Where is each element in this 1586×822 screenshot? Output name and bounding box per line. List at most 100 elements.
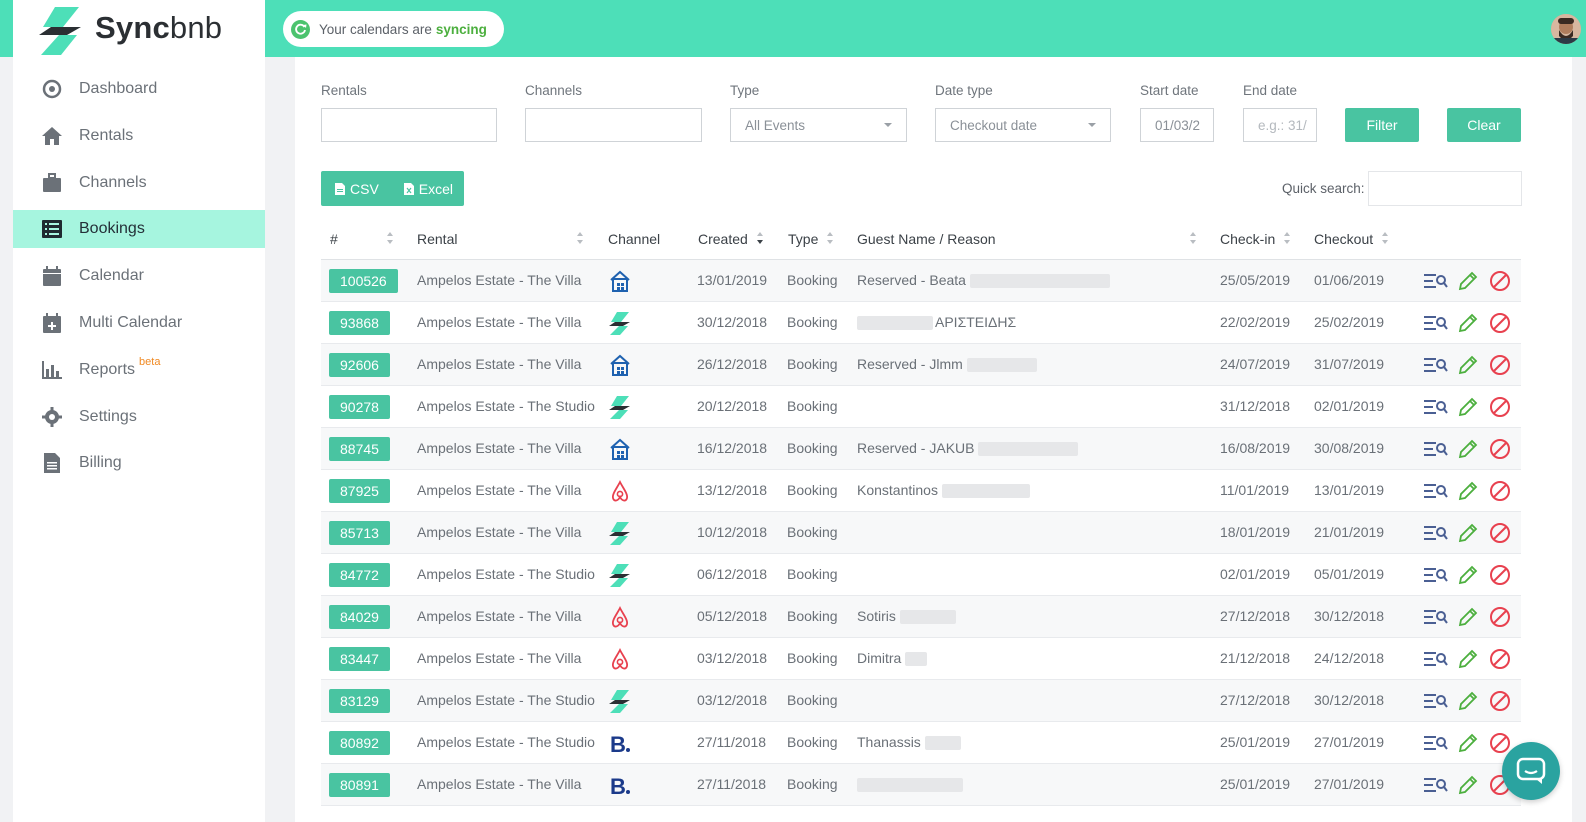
column-header-guest[interactable]: Guest Name / Reason <box>857 231 996 247</box>
view-details-icon[interactable] <box>1420 482 1452 500</box>
end-date-input[interactable]: e.g.: 31/ <box>1243 108 1317 142</box>
view-details-icon[interactable] <box>1420 524 1452 542</box>
checkin-cell: 27/12/2018 <box>1220 692 1291 708</box>
cancel-booking-icon[interactable] <box>1484 312 1516 334</box>
booking-id-badge[interactable]: 80892 <box>329 731 390 755</box>
filter-button[interactable]: Filter <box>1345 108 1419 142</box>
view-details-icon[interactable] <box>1420 608 1452 626</box>
quick-search-input[interactable] <box>1368 171 1522 206</box>
column-header-created[interactable]: Created <box>698 231 748 247</box>
edit-pencil-icon[interactable] <box>1452 564 1484 586</box>
edit-pencil-icon[interactable] <box>1452 396 1484 418</box>
redacted-text <box>969 274 1110 289</box>
edit-pencil-icon[interactable] <box>1452 606 1484 628</box>
booking-id-badge[interactable]: 84029 <box>329 605 390 629</box>
type-filter-value: All Events <box>745 117 806 133</box>
view-details-icon[interactable] <box>1420 314 1452 332</box>
booking-id-badge[interactable]: 92606 <box>329 353 390 377</box>
edit-pencil-icon[interactable] <box>1452 732 1484 754</box>
edit-pencil-icon[interactable] <box>1452 690 1484 712</box>
start-date-input[interactable]: 01/03/2 <box>1140 108 1214 142</box>
cancel-booking-icon[interactable] <box>1484 522 1516 544</box>
avatar[interactable] <box>1551 14 1581 44</box>
logo[interactable]: Syncbnb <box>13 0 265 57</box>
view-details-icon[interactable] <box>1420 272 1452 290</box>
csv-button[interactable]: CSV <box>321 181 379 197</box>
view-details-icon[interactable] <box>1420 356 1452 374</box>
booking-id-badge[interactable]: 83447 <box>329 647 390 671</box>
sort-icon[interactable] <box>1381 231 1389 245</box>
cancel-booking-icon[interactable] <box>1484 480 1516 502</box>
sort-icon[interactable] <box>386 231 394 245</box>
rental-cell: Ampelos Estate - The Villa <box>417 650 582 666</box>
booking-id-badge[interactable]: 83129 <box>329 689 390 713</box>
view-details-icon[interactable] <box>1420 692 1452 710</box>
sort-icon[interactable] <box>1189 231 1197 245</box>
column-header-checkin[interactable]: Check-in <box>1220 231 1275 247</box>
chat-button[interactable] <box>1502 742 1560 800</box>
sidebar-item-settings[interactable]: Settings <box>13 398 265 436</box>
sort-icon[interactable] <box>1283 231 1291 245</box>
booking-id-badge[interactable]: 100526 <box>329 269 398 293</box>
booking-id-badge[interactable]: 90278 <box>329 395 390 419</box>
booking-id-badge[interactable]: 84772 <box>329 563 390 587</box>
edit-pencil-icon[interactable] <box>1452 774 1484 796</box>
booking-id-badge[interactable]: 87925 <box>329 479 390 503</box>
edit-pencil-icon[interactable] <box>1452 648 1484 670</box>
date-type-filter-select[interactable]: Checkout date <box>935 108 1111 142</box>
edit-pencil-icon[interactable] <box>1452 354 1484 376</box>
cancel-booking-icon[interactable] <box>1484 396 1516 418</box>
cancel-booking-icon[interactable] <box>1484 270 1516 292</box>
excel-file-icon <box>403 182 414 195</box>
sidebar-item-rentals[interactable]: Rentals <box>13 117 265 155</box>
booking-id-badge[interactable]: 93868 <box>329 311 390 335</box>
cancel-booking-icon[interactable] <box>1484 606 1516 628</box>
view-details-icon[interactable] <box>1420 440 1452 458</box>
edit-pencil-icon[interactable] <box>1452 522 1484 544</box>
cancel-booking-icon[interactable] <box>1484 564 1516 586</box>
file-icon <box>41 452 63 474</box>
cancel-booking-icon[interactable] <box>1484 438 1516 460</box>
booking-id-badge[interactable]: 80891 <box>329 773 390 797</box>
type-cell: Booking <box>787 440 838 456</box>
sidebar-item-multi-calendar[interactable]: Multi Calendar <box>13 304 265 342</box>
clear-button[interactable]: Clear <box>1447 108 1521 142</box>
rental-cell: Ampelos Estate - The Studio <box>417 734 595 750</box>
rentals-filter-input[interactable] <box>321 108 497 142</box>
sync-icon <box>291 19 310 39</box>
edit-pencil-icon[interactable] <box>1452 480 1484 502</box>
sidebar-item-calendar[interactable]: Calendar <box>13 257 265 295</box>
sidebar-item-bookings[interactable]: Bookings <box>13 210 265 249</box>
booking-id-badge[interactable]: 85713 <box>329 521 390 545</box>
sidebar-item-channels[interactable]: Channels <box>13 164 265 202</box>
type-filter-select[interactable]: All Events <box>730 108 907 142</box>
view-details-icon[interactable] <box>1420 776 1452 794</box>
sort-desc-icon[interactable] <box>756 231 764 245</box>
sidebar-item-billing[interactable]: Billing <box>13 444 265 482</box>
column-header-type[interactable]: Type <box>788 231 818 247</box>
column-header-number[interactable]: # <box>330 231 338 247</box>
sort-icon[interactable] <box>826 231 834 245</box>
cancel-booking-icon[interactable] <box>1484 648 1516 670</box>
edit-pencil-icon[interactable] <box>1452 312 1484 334</box>
cancel-booking-icon[interactable] <box>1484 354 1516 376</box>
sidebar-item-label: Dashboard <box>79 80 158 97</box>
table-row: 83129 Ampelos Estate - The Studio 03/12/20… <box>321 680 1521 722</box>
column-header-checkout[interactable]: Checkout <box>1314 231 1373 247</box>
view-details-icon[interactable] <box>1420 650 1452 668</box>
view-details-icon[interactable] <box>1420 734 1452 752</box>
checkout-cell: 24/12/2018 <box>1314 650 1385 666</box>
channels-filter-input[interactable] <box>525 108 702 142</box>
view-details-icon[interactable] <box>1420 566 1452 584</box>
sidebar-item-dashboard[interactable]: Dashboard <box>13 70 265 108</box>
edit-pencil-icon[interactable] <box>1452 270 1484 292</box>
view-details-icon[interactable] <box>1420 398 1452 416</box>
sort-icon[interactable] <box>576 231 584 245</box>
created-cell: 27/11/2018 <box>697 734 767 750</box>
sidebar-item-reports[interactable]: Reports beta <box>13 351 265 389</box>
edit-pencil-icon[interactable] <box>1452 438 1484 460</box>
excel-button[interactable]: Excel <box>379 181 453 197</box>
column-header-rental[interactable]: Rental <box>417 231 457 247</box>
booking-id-badge[interactable]: 88745 <box>329 437 390 461</box>
cancel-booking-icon[interactable] <box>1484 690 1516 712</box>
